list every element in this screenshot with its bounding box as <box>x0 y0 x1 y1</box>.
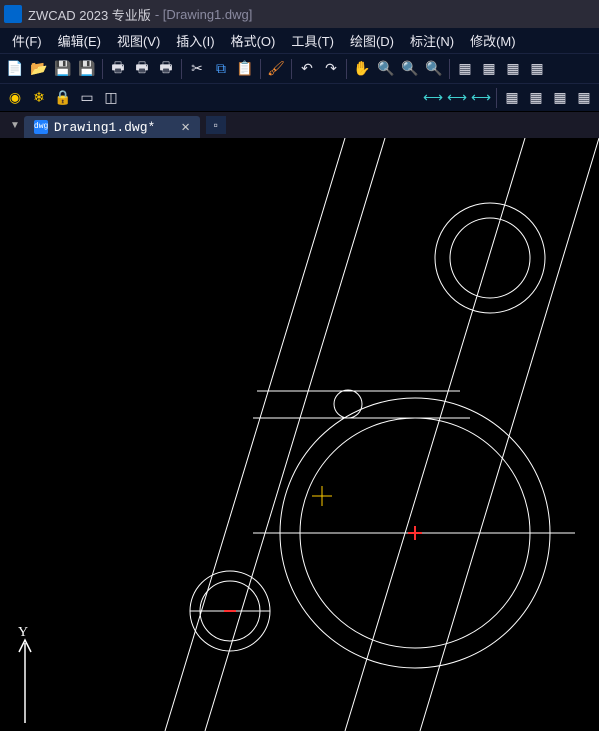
toolbar-layers: ◉❄🔒▭◫ ⟷⟷⟷▦▦▦▦ <box>0 84 599 112</box>
publish-icon[interactable]: 🖶 <box>155 58 177 80</box>
new-tab-button[interactable]: ▫ <box>206 116 226 134</box>
app-icon <box>4 5 22 23</box>
calc-icon[interactable]: ▦ <box>526 58 548 80</box>
menubar: 件(F)编辑(E)视图(V)插入(I)格式(O)工具(T)绘图(D)标注(N)修… <box>0 28 599 54</box>
toolbar-separator <box>346 59 347 79</box>
zoom-window-icon[interactable]: 🔍 <box>399 58 421 80</box>
matchprop-icon[interactable]: 🖌 <box>265 58 287 80</box>
copy-icon[interactable]: ⧉ <box>210 58 232 80</box>
menu-item-3[interactable]: 插入(I) <box>168 27 222 54</box>
zoom-prev-icon[interactable]: 🔍 <box>423 58 445 80</box>
open-icon[interactable]: 📂 <box>28 58 50 80</box>
close-icon[interactable]: ✕ <box>181 119 189 136</box>
toolbar-separator <box>260 59 261 79</box>
redo-icon[interactable]: ↷ <box>320 58 342 80</box>
ucs-icon: Y <box>18 625 31 723</box>
menu-item-6[interactable]: 绘图(D) <box>342 27 402 54</box>
menu-item-1[interactable]: 编辑(E) <box>50 27 109 54</box>
toolpalette-icon[interactable]: ▦ <box>502 58 524 80</box>
tab-dropdown-icon[interactable]: ▼ <box>6 120 24 131</box>
dim-icon-3[interactable]: ⟷ <box>470 87 492 109</box>
preview-icon[interactable]: 🖶 <box>131 58 153 80</box>
plot-icon[interactable]: 🖶 <box>107 58 129 80</box>
toolbar-separator <box>449 59 450 79</box>
toolbar-separator <box>291 59 292 79</box>
paste-icon[interactable]: 📋 <box>234 58 256 80</box>
menu-item-7[interactable]: 标注(N) <box>402 27 462 54</box>
block-icon-4[interactable]: ▦ <box>573 87 595 109</box>
app-title: ZWCAD 2023 专业版 <box>28 5 151 24</box>
undo-icon[interactable]: ↶ <box>296 58 318 80</box>
menu-item-5[interactable]: 工具(T) <box>283 27 342 54</box>
save-icon[interactable]: 💾 <box>52 58 74 80</box>
ucs-y-label: Y <box>18 625 28 640</box>
block-icon-1[interactable]: ▦ <box>501 87 523 109</box>
toolbar-separator <box>181 59 182 79</box>
drawing-content: Y <box>0 138 599 731</box>
document-tab[interactable]: dwg Drawing1.dwg* ✕ <box>24 116 200 138</box>
properties-icon[interactable]: ▦ <box>454 58 476 80</box>
menu-item-8[interactable]: 修改(M) <box>462 27 524 54</box>
layer-off-icon[interactable]: ◉ <box>4 87 26 109</box>
titlebar: ZWCAD 2023 专业版 - [Drawing1.dwg] <box>0 0 599 28</box>
new-icon[interactable]: 📄 <box>4 58 26 80</box>
designcenter-icon[interactable]: ▦ <box>478 58 500 80</box>
menu-item-4[interactable]: 格式(O) <box>223 27 284 54</box>
dim-icon-2[interactable]: ⟷ <box>446 87 468 109</box>
layer-lock-icon[interactable]: 🔒 <box>52 87 74 109</box>
cut-icon[interactable]: ✂ <box>186 58 208 80</box>
zoom-realtime-icon[interactable]: 🔍 <box>375 58 397 80</box>
document-tab-strip: ▼ dwg Drawing1.dwg* ✕ ▫ <box>0 112 599 138</box>
pan-icon[interactable]: ✋ <box>351 58 373 80</box>
dwg-file-icon: dwg <box>34 120 48 134</box>
menu-item-2[interactable]: 视图(V) <box>109 27 168 54</box>
layer-color-icon[interactable]: ◫ <box>100 87 122 109</box>
menu-item-0[interactable]: 件(F) <box>4 27 50 54</box>
toolbar-separator <box>102 59 103 79</box>
layer-state-icon[interactable]: ▭ <box>76 87 98 109</box>
saveas-icon[interactable]: 💾 <box>76 58 98 80</box>
block-icon-2[interactable]: ▦ <box>525 87 547 109</box>
plus-icon: ▫ <box>214 118 218 132</box>
app-document: - [Drawing1.dwg] <box>155 7 253 22</box>
dim-icon-1[interactable]: ⟷ <box>422 87 444 109</box>
block-icon-3[interactable]: ▦ <box>549 87 571 109</box>
toolbar-main: 📄📂💾💾🖶🖶🖶✂⧉📋🖌↶↷✋🔍🔍🔍▦▦▦▦ <box>0 54 599 84</box>
layer-freeze-icon[interactable]: ❄ <box>28 87 50 109</box>
drawing-canvas[interactable]: Y <box>0 138 599 731</box>
toolbar-separator <box>496 88 497 108</box>
document-tab-label: Drawing1.dwg* <box>54 120 155 135</box>
